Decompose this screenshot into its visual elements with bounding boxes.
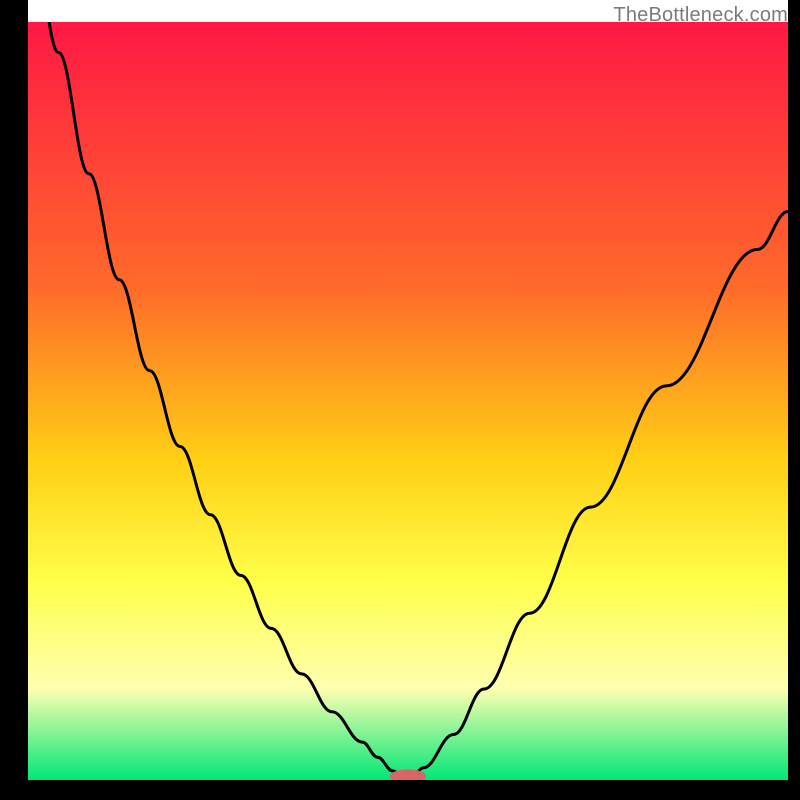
attribution-watermark: TheBottleneck.com (613, 4, 788, 27)
frame-left (0, 0, 28, 800)
plot-area (28, 0, 788, 783)
gradient-background (28, 22, 788, 780)
frame-bottom (0, 780, 800, 800)
frame-right (788, 0, 800, 800)
bottleneck-chart (0, 0, 800, 800)
